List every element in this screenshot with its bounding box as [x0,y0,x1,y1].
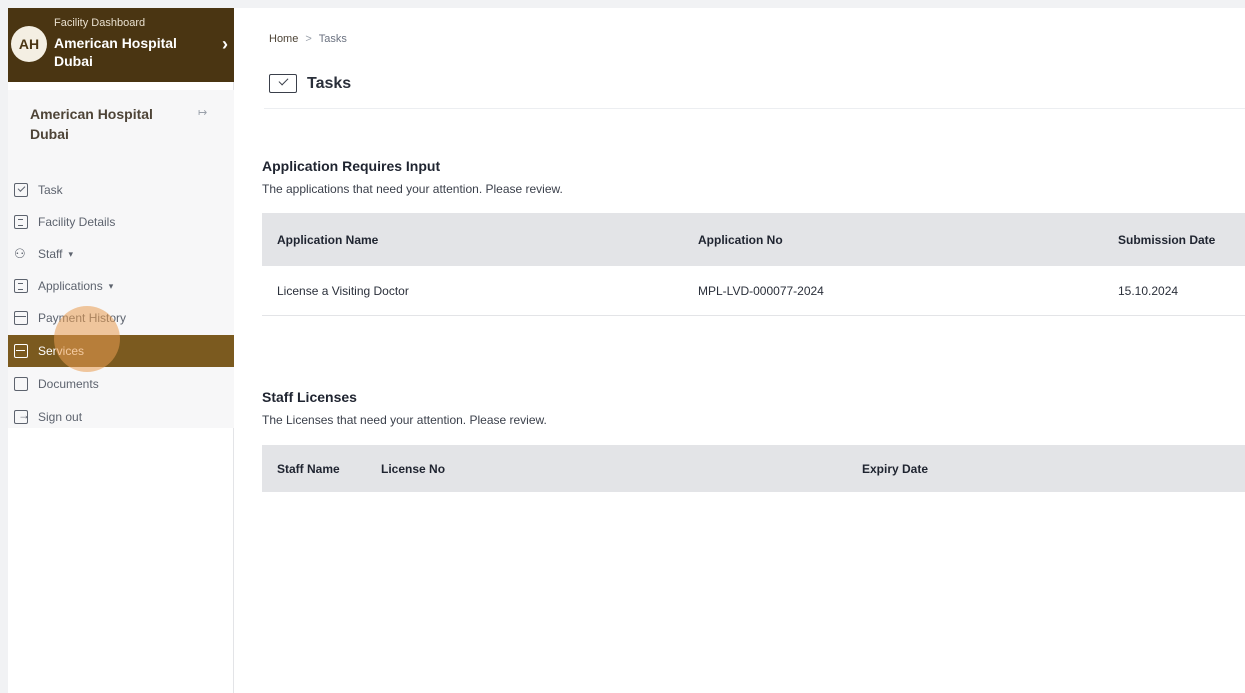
facility-name: American Hospital Dubai [30,106,153,142]
staff-icon: ⚇ [14,246,26,261]
column-header: Application No [698,232,783,247]
sidebar-item-label: Payment History [38,311,127,325]
facility-switcher[interactable]: AH Facility Dashboard American Hospital … [8,8,234,82]
sidebar-item-label: Staff [38,247,63,261]
sidebar: AH Facility Dashboard American Hospital … [8,8,234,693]
facility-switcher-caption: Facility Dashboard [54,17,146,29]
licenses-section-subtitle: The Licenses that need your attention. P… [262,413,547,427]
column-header: Submission Date [1118,232,1216,247]
sidebar-item-services[interactable]: Services [8,335,234,367]
application-number: MPL-LVD-000077-2024 [698,283,824,298]
breadcrumb: Home > Tasks [269,33,347,45]
licenses-section-title: Staff Licenses [262,389,357,405]
sidebar-item-label: Documents [38,377,99,391]
task-icon [14,183,28,197]
table-row[interactable]: License a Visiting Doctor MPL-LVD-000077… [262,266,1245,316]
logout-icon[interactable]: ↦ [198,106,207,119]
applications-table-header: Application Name Application No Submissi… [262,213,1245,266]
sidebar-nav: Task Facility Details ⚇ Staff ▾ Applicat… [8,164,234,428]
licenses-table-header: Staff Name License No Expiry Date [262,445,1245,492]
avatar: AH [11,26,47,62]
sidebar-item-label: Facility Details [38,215,116,229]
sidebar-item-documents[interactable]: Documents [8,368,234,400]
main-content: Home > Tasks Tasks Application Requires In… [234,8,1245,693]
page-title: Tasks [307,74,352,92]
caret-down-icon: ▾ [68,248,73,259]
facility-switcher-name: American Hospital Dubai [54,35,177,69]
submission-date: 15.10.2024 [1118,283,1179,298]
sidebar-item-label: Services [38,344,85,358]
breadcrumb-current: Tasks [318,33,347,45]
sign-out-icon [14,408,30,424]
applications-section-subtitle: The applications that need your attentio… [262,182,563,196]
sidebar-item-applications[interactable]: Applications ▾ [8,270,234,302]
column-header: Application Name [277,232,379,247]
divider [264,108,1245,109]
payment-icon [14,311,28,325]
sidebar-item-facility-details[interactable]: Facility Details [8,206,234,238]
breadcrumb-home[interactable]: Home [269,33,298,45]
page: AH Facility Dashboard American Hospital … [8,8,1245,693]
page-heading: Tasks [269,74,351,93]
sidebar-item-sign-out[interactable]: Sign out [8,401,234,433]
services-icon [14,344,28,358]
caret-down-icon: ▾ [108,280,114,291]
sidebar-item-task[interactable]: Task [8,174,234,206]
facility-card: American Hospital Dubai ↦ [8,90,234,166]
facility-details-icon [14,215,28,229]
documents-icon [14,377,28,391]
sidebar-item-payment-history[interactable]: Payment History [8,302,234,334]
breadcrumb-separator: > [305,33,312,45]
column-header: Staff Name [277,461,340,476]
sidebar-item-label: Task [38,183,63,197]
applications-icon [14,279,28,293]
column-header: License No [381,461,446,476]
applications-section-title: Application Requires Input [262,158,441,174]
chevron-right-icon[interactable]: › [222,34,228,55]
column-header: Expiry Date [862,461,929,476]
application-name: License a Visiting Doctor [277,283,409,298]
task-icon [269,74,297,93]
sidebar-item-label: Applications [38,279,103,293]
sidebar-item-label: Sign out [38,410,83,424]
sidebar-item-staff[interactable]: ⚇ Staff ▾ [8,238,234,270]
